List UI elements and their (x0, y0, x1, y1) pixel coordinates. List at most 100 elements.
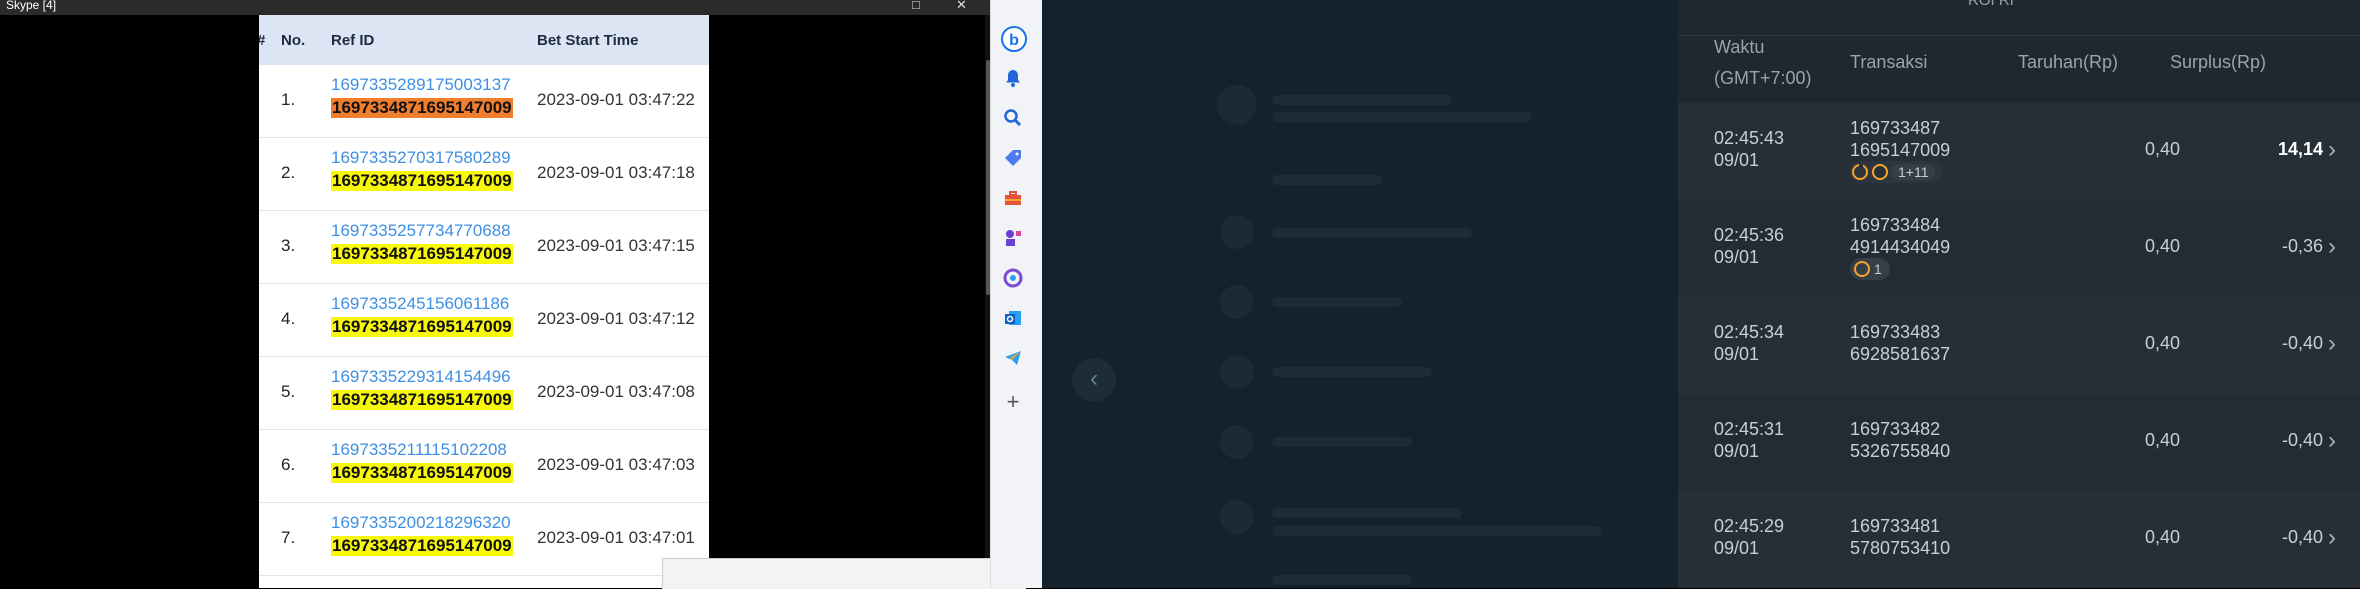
parent-ref-id: 1697334871695147009 (331, 463, 513, 483)
overlay-panel (662, 558, 1026, 589)
txn-id-line1: 169733482 (1850, 419, 1941, 439)
bet-start-time: 2023-09-01 03:47:15 (537, 236, 695, 255)
table-row[interactable]: 2. 1697335270317580289 16973348716951470… (259, 138, 709, 211)
chevron-right-icon[interactable]: › (2328, 136, 2336, 164)
txn-id-line1: 169733483 (1850, 322, 1941, 342)
toolbox-icon[interactable] (1001, 188, 1025, 212)
parent-ref-id: 1697334871695147009 (331, 244, 513, 264)
table-row[interactable]: 4. 1697335245156061186 16973348716951470… (259, 284, 709, 357)
table-row[interactable]: 1. 1697335289175003137 16973348716951470… (259, 65, 709, 138)
blurred-text (1272, 508, 1462, 518)
parent-ref-id: 1697334871695147009 (331, 317, 513, 337)
txn-id-cell: 169733483 6928581637 (1850, 321, 1950, 365)
ref-id-link[interactable]: 1697335270317580289 (331, 148, 511, 168)
column-hash: # (259, 32, 265, 49)
ref-id-link[interactable]: 1697335245156061186 (331, 294, 509, 314)
tag-icon[interactable] (1001, 148, 1025, 172)
ref-id-link[interactable]: 1697335289175003137 (331, 75, 511, 95)
bet-start-time: 2023-09-01 03:47:03 (537, 455, 695, 474)
bing-icon[interactable]: b (1001, 26, 1027, 52)
txn-id-line1: 169733481 (1850, 516, 1941, 536)
office-icon[interactable] (1001, 268, 1025, 292)
bet-start-time: 2023-09-01 03:47:22 (537, 90, 695, 109)
skype-window: Skype [4] □ ✕ # No. Ref ID Bet Start Tim… (0, 0, 1026, 589)
row-number: 5. (281, 382, 296, 401)
txn-surplus: -0,40 (2281, 333, 2323, 353)
txn-time: 02:45:36 (1714, 225, 1785, 245)
row-number: 4. (281, 309, 296, 328)
txn-time-cell: 02:45:43 09/01 (1714, 127, 1784, 171)
column-ref-id: Ref ID (331, 32, 375, 49)
search-icon[interactable] (1001, 108, 1025, 132)
maximize-button[interactable]: □ (912, 0, 920, 12)
transaction-row[interactable]: 02:45:34 09/01 169733483 6928581637 0,40… (1678, 297, 2360, 394)
row-number: 6. (281, 455, 296, 474)
row-number: 3. (281, 236, 296, 255)
txn-stake: 0,40 (2144, 236, 2180, 256)
txn-time-cell: 02:45:29 09/01 (1714, 515, 1784, 559)
table-row[interactable]: 5. 1697335229314154496 16973348716951470… (259, 357, 709, 430)
txn-surplus: -0,36 (2281, 236, 2323, 256)
transaction-row[interactable]: 02:45:31 09/01 169733482 5326755840 0,40… (1678, 394, 2360, 491)
txn-stake: 0,40 (2144, 430, 2180, 450)
transaction-row[interactable]: 02:45:43 09/01 169733487 1695147009 1+11… (1678, 103, 2360, 200)
svg-text:b: b (1009, 32, 1019, 49)
txn-time-cell: 02:45:36 09/01 (1714, 224, 1784, 268)
column-gmt: (GMT+7:00) (1714, 68, 1812, 88)
transaction-row[interactable]: 02:45:36 09/01 169733484 4914434049 1 0,… (1678, 200, 2360, 297)
panel-top-label: ROI RI (1968, 0, 2014, 9)
txn-stake: 0,40 (2144, 527, 2180, 547)
blurred-text (1272, 437, 1412, 447)
chevron-right-icon[interactable]: › (2328, 524, 2336, 552)
txn-time-cell: 02:45:31 09/01 (1714, 418, 1784, 462)
txn-id-line1: 169733484 (1850, 215, 1941, 235)
txn-stake: 0,40 (2144, 139, 2180, 159)
txn-id-cell: 169733482 5326755840 (1850, 418, 1950, 462)
txn-id-line2: 1695147009 (1850, 140, 1951, 160)
txn-date: 09/01 (1714, 150, 1760, 170)
ref-id-link[interactable]: 1697335200218296320 (331, 513, 511, 533)
blurred-text (1272, 95, 1452, 105)
bet-type-badge: 1 (1850, 258, 1890, 280)
chevron-right-icon[interactable]: › (2328, 330, 2336, 358)
table-row[interactable]: 6. 1697335211115102208 16973348716951470… (259, 430, 709, 503)
close-button[interactable]: ✕ (956, 0, 967, 13)
txn-surplus: 14,14 (2277, 139, 2323, 159)
bell-icon[interactable] (1001, 68, 1025, 92)
telegram-icon[interactable] (1001, 348, 1025, 372)
row-number: 2. (281, 163, 296, 182)
txn-id-line2: 5326755840 (1850, 441, 1951, 461)
txn-id-line2: 4914434049 (1850, 237, 1951, 257)
ref-id-link[interactable]: 1697335211115102208 (331, 440, 507, 460)
blurred-icon (1220, 215, 1254, 249)
add-icon[interactable]: + (1001, 390, 1025, 414)
txn-date: 09/01 (1714, 344, 1760, 364)
bet-table-header: # No. Ref ID Bet Start Time (259, 15, 709, 65)
badge-count: 1 (1874, 261, 1882, 277)
games-icon[interactable] (1001, 228, 1025, 252)
table-row[interactable]: 7. 1697335200218296320 16973348716951470… (259, 503, 709, 576)
txn-id-cell: 169733481 5780753410 (1850, 515, 1950, 559)
txn-id-line2: 5780753410 (1850, 538, 1951, 558)
bet-start-time: 2023-09-01 03:47:01 (537, 528, 695, 547)
back-button[interactable]: ‹ (1072, 358, 1116, 402)
table-row[interactable]: 3. 1697335257734770688 16973348716951470… (259, 211, 709, 284)
skype-titlebar[interactable]: Skype [4] □ ✕ (0, 0, 990, 15)
betting-site: ‹ ROI RI Waktu (GMT+7:00) Transaksi Taru… (1042, 0, 2360, 588)
column-surplus: Surplus(Rp) (2170, 52, 2267, 72)
outlook-icon[interactable] (1001, 308, 1025, 332)
transaction-panel: ROI RI Waktu (GMT+7:00) Transaksi Taruha… (1678, 0, 2360, 588)
panel-top-bar: ROI RI (1678, 0, 2360, 36)
txn-time: 02:45:43 (1714, 128, 1785, 148)
chevron-right-icon[interactable]: › (2328, 233, 2336, 261)
transaction-row[interactable]: 02:45:29 09/01 169733481 5780753410 0,40… (1678, 491, 2360, 588)
blurred-icon (1220, 425, 1254, 459)
chevron-right-icon[interactable]: › (2328, 427, 2336, 455)
txn-date: 09/01 (1714, 247, 1760, 267)
ref-id-link[interactable]: 1697335229314154496 (331, 367, 511, 387)
skype-window-title: Skype [4] (6, 0, 57, 12)
txn-date: 09/01 (1714, 441, 1760, 461)
ref-id-link[interactable]: 1697335257734770688 (331, 221, 511, 241)
blurred-text (1272, 575, 1412, 585)
column-no: No. (281, 32, 306, 49)
